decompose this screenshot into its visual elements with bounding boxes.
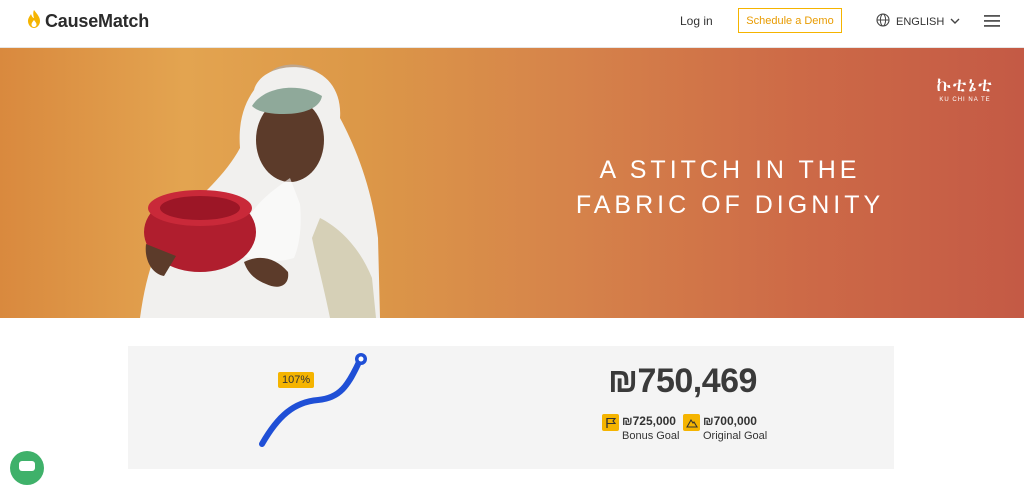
kuchinate-logo: ኩቲኔቲ KU CHI NA TE	[930, 74, 1000, 103]
original-goal: ₪700,000 Original Goal	[683, 414, 767, 442]
bonus-goal: ₪725,000 Bonus Goal	[602, 414, 679, 442]
progress-curve	[259, 353, 367, 447]
hamburger-menu-icon[interactable]	[984, 14, 1000, 32]
woman-holding-basket-image	[140, 64, 380, 318]
kuchinate-logo-glyphs: ኩቲኔቲ	[936, 74, 994, 96]
chat-icon	[19, 461, 35, 471]
original-goal-label: Original Goal	[703, 430, 768, 442]
percent-badge: 107%	[278, 372, 315, 388]
causematch-logo[interactable]: CauseMatch	[26, 9, 149, 34]
hero-title: A STITCH IN THE FABRIC OF DIGNITY	[560, 153, 900, 223]
globe-icon	[876, 13, 890, 30]
language-selector[interactable]: ENGLISH	[876, 13, 960, 30]
logo-text: CauseMatch	[45, 11, 150, 31]
top-navbar: CauseMatch Log in Schedule a Demo ENGLIS…	[0, 0, 1024, 48]
flame-icon	[26, 9, 42, 34]
flag-icon	[602, 414, 619, 431]
kuchinate-logo-subtitle: KU CHI NA TE	[939, 97, 991, 103]
hero-banner: A STITCH IN THE FABRIC OF DIGNITY ኩቲኔቲ K…	[0, 48, 1024, 318]
language-label: ENGLISH	[896, 15, 945, 28]
chevron-down-icon	[950, 16, 960, 28]
campaign-stats-panel: 107% ₪750,469 ₪725,000 Bonus Goal ₪700,0…	[128, 346, 894, 469]
login-link[interactable]: Log in	[680, 14, 713, 28]
raised-amount: ₪750,469	[608, 362, 757, 400]
original-goal-value: ₪700,000	[703, 414, 757, 428]
mountain-icon	[683, 414, 700, 431]
bonus-goal-label: Bonus Goal	[622, 430, 680, 442]
hero-title-line-2: FABRIC OF DIGNITY	[575, 191, 885, 219]
chat-widget-button[interactable]	[10, 451, 44, 485]
hero-title-line-1: A STITCH IN THE	[599, 156, 861, 184]
schedule-demo-button[interactable]: Schedule a Demo	[738, 8, 842, 33]
bonus-goal-value: ₪725,000	[622, 414, 676, 428]
